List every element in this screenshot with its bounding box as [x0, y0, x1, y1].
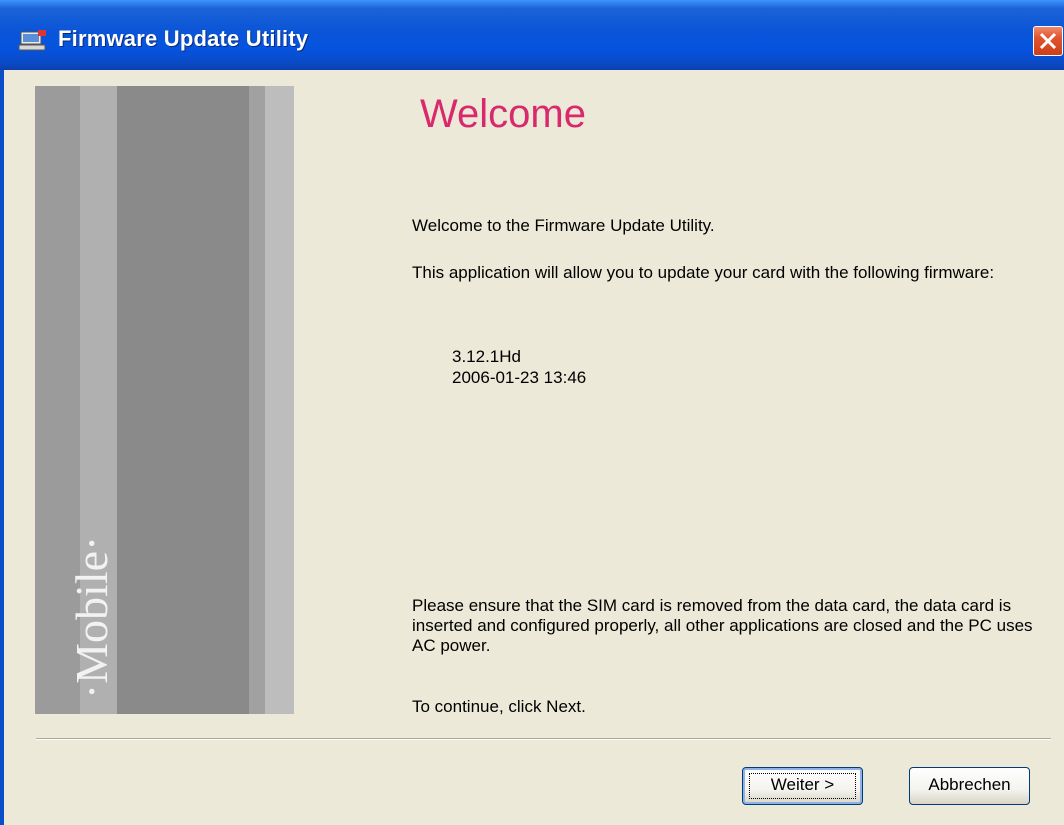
firmware-date: 2006-01-23 13:46 — [452, 368, 587, 387]
close-icon — [1039, 32, 1057, 50]
t-mobile-logo-text: · ·Mobile· — [66, 535, 117, 714]
firmware-update-window: Firmware Update Utility · ·Mobile· Welco… — [0, 0, 1064, 825]
firmware-version: 3.12.1Hd — [452, 347, 521, 366]
next-button[interactable]: Weiter > — [742, 767, 863, 805]
close-button[interactable] — [1033, 26, 1063, 56]
divider — [36, 738, 1051, 740]
welcome-text: Welcome to the Firmware Update Utility. — [412, 216, 715, 235]
focus-rectangle — [749, 773, 856, 799]
window-title: Firmware Update Utility — [58, 26, 309, 51]
window-border — [0, 70, 4, 825]
title-bar[interactable]: Firmware Update Utility — [0, 0, 1064, 70]
cancel-button-label: Abbrechen — [928, 775, 1011, 794]
continue-text: To continue, click Next. — [412, 697, 586, 716]
instructions-text: Please ensure that the SIM card is remov… — [412, 596, 1033, 655]
computer-icon — [18, 30, 46, 51]
side-banner: · ·Mobile· — [35, 86, 294, 714]
cancel-button[interactable]: Abbrechen — [909, 767, 1030, 805]
page-heading: Welcome — [420, 92, 586, 136]
description-text: This application will allow you to updat… — [412, 263, 995, 282]
